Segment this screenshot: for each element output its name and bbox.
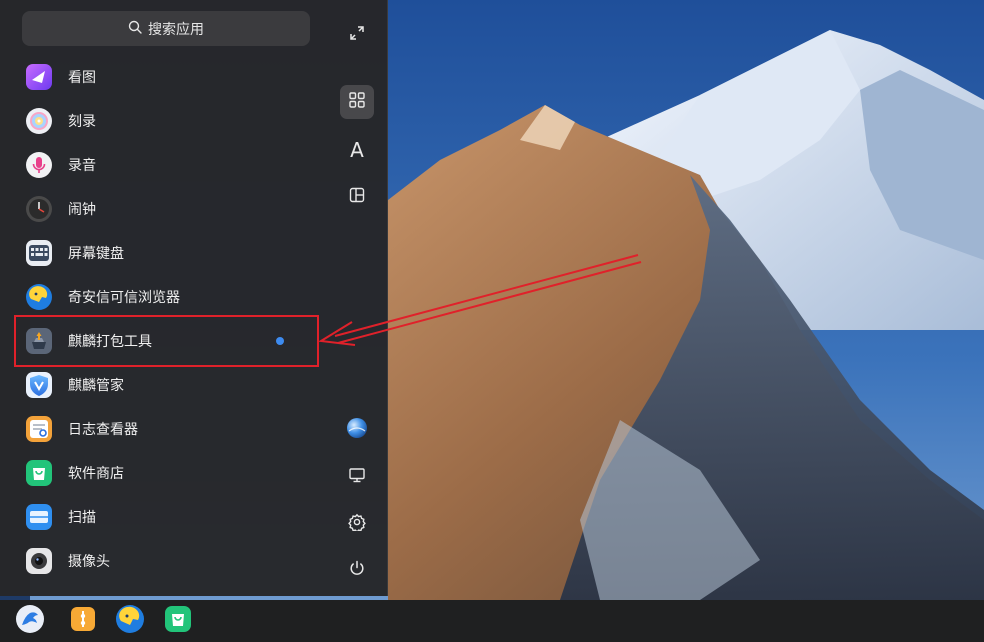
- start-menu-button[interactable]: [14, 605, 46, 637]
- store-icon: [163, 604, 193, 638]
- alphabet-sort-button[interactable]: A: [340, 133, 374, 167]
- category-view-button[interactable]: [340, 180, 374, 214]
- list-item[interactable]: 录音: [0, 143, 329, 187]
- log-viewer-icon: [25, 415, 53, 443]
- search-input[interactable]: 搜索应用: [22, 11, 310, 46]
- user-avatar-icon: [346, 417, 368, 443]
- list-item[interactable]: 闹钟: [0, 187, 329, 231]
- image-viewer-icon: [25, 63, 53, 91]
- search-placeholder: 搜索应用: [148, 21, 204, 38]
- file-manager-icon: [68, 604, 98, 638]
- list-item[interactable]: 扫描: [0, 495, 329, 539]
- power-button[interactable]: [340, 553, 374, 587]
- list-item[interactable]: 麒麟管家: [0, 363, 329, 407]
- computer-icon: [348, 466, 366, 488]
- store-button[interactable]: [162, 605, 194, 637]
- app-label: 奇安信可信浏览器: [68, 290, 180, 306]
- alarm-clock-icon: [25, 195, 53, 223]
- alphabet-sort-icon: A: [350, 138, 364, 162]
- fullscreen-button[interactable]: [340, 18, 374, 52]
- app-label: 软件商店: [68, 466, 124, 482]
- app-label: 录音: [68, 158, 96, 174]
- list-item[interactable]: 奇安信可信浏览器: [0, 275, 329, 319]
- app-label: 日志查看器: [68, 422, 138, 438]
- keyboard-icon: [25, 239, 53, 267]
- browser-icon: [115, 604, 145, 638]
- app-label: 看图: [68, 70, 96, 86]
- settings-button[interactable]: [340, 507, 374, 541]
- store-icon: [25, 459, 53, 487]
- camera-icon: [25, 547, 53, 575]
- microphone-icon: [25, 151, 53, 179]
- app-label: 刻录: [68, 114, 96, 130]
- settings-icon: [348, 513, 366, 535]
- app-label: 屏幕键盘: [68, 246, 124, 262]
- menu-sidebar: A: [329, 0, 387, 596]
- grid-view-icon: [348, 91, 366, 113]
- shield-icon: [25, 371, 53, 399]
- fullscreen-icon: [348, 24, 366, 46]
- app-label: 摄像头: [68, 554, 110, 570]
- user-avatar-button[interactable]: [340, 413, 374, 447]
- computer-button[interactable]: [340, 460, 374, 494]
- start-menu: 搜索应用 看图 刻录 录音 闹钟 屏幕键盘 奇安信可信浏览器 麒麟打包工具 麒麟…: [0, 0, 388, 596]
- start-menu-icon: [15, 604, 45, 638]
- list-item[interactable]: 软件商店: [0, 451, 329, 495]
- disc-burner-icon: [25, 107, 53, 135]
- power-icon: [348, 559, 366, 581]
- category-view-icon: [348, 186, 366, 208]
- highlight-box: [14, 315, 319, 367]
- app-panel: 搜索应用 看图 刻录 录音 闹钟 屏幕键盘 奇安信可信浏览器 麒麟打包工具 麒麟…: [0, 0, 329, 596]
- app-label: 扫描: [68, 510, 96, 526]
- list-item[interactable]: 日志查看器: [0, 407, 329, 451]
- browser-icon: [25, 283, 53, 311]
- list-item[interactable]: 摄像头: [0, 539, 329, 583]
- list-item[interactable]: 屏幕键盘: [0, 231, 329, 275]
- grid-view-button[interactable]: [340, 85, 374, 119]
- list-item[interactable]: 刻录: [0, 99, 329, 143]
- app-label: 闹钟: [68, 202, 96, 218]
- file-manager-button[interactable]: [67, 605, 99, 637]
- scanner-icon: [25, 503, 53, 531]
- search-icon: [128, 20, 142, 38]
- browser-button[interactable]: [114, 605, 146, 637]
- app-label: 麒麟管家: [68, 378, 124, 394]
- list-item[interactable]: 看图: [0, 55, 329, 99]
- taskbar: [0, 600, 984, 642]
